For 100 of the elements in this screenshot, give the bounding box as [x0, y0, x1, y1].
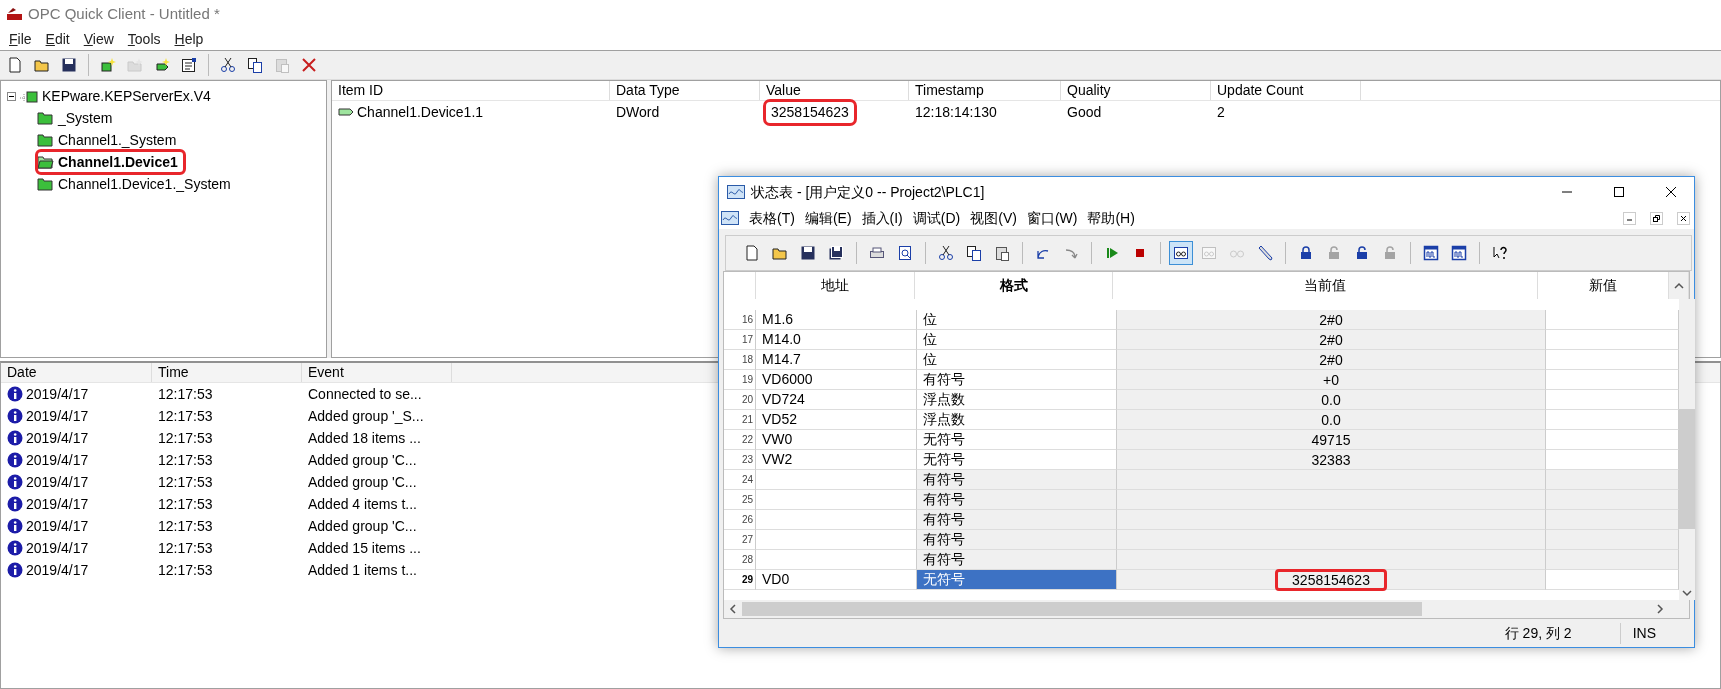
pencil-icon[interactable]: [1257, 245, 1273, 261]
save-icon[interactable]: [61, 57, 77, 73]
open-folder-icon[interactable]: [772, 245, 788, 261]
table-cell[interactable]: [756, 490, 917, 510]
scrollbar-thumb[interactable]: [742, 602, 1422, 616]
menu-item[interactable]: 表格(T): [749, 207, 795, 229]
properties-icon[interactable]: [181, 57, 197, 73]
table-cell[interactable]: 位: [917, 310, 1117, 330]
menu-item[interactable]: File: [4, 28, 37, 50]
table-cell[interactable]: 有符号: [917, 370, 1117, 390]
scroll-up-icon[interactable]: [1672, 280, 1685, 291]
open-folder-icon[interactable]: [34, 57, 50, 73]
table-cell[interactable]: [1546, 550, 1679, 570]
table-cell[interactable]: 有符号: [917, 550, 1117, 570]
print-preview-icon[interactable]: [897, 245, 913, 261]
help-pointer-icon[interactable]: [1492, 245, 1508, 261]
menu-item[interactable]: 调试(D): [912, 207, 961, 229]
table-cell[interactable]: 有符号: [917, 490, 1117, 510]
menu-item[interactable]: Help: [169, 28, 209, 50]
chart-window-icon[interactable]: [1423, 245, 1439, 261]
restore-icon[interactable]: [1650, 211, 1663, 225]
table-cell[interactable]: 浮点数: [917, 410, 1117, 430]
table-cell[interactable]: [756, 510, 917, 530]
table-cell[interactable]: [1546, 490, 1679, 510]
tree-item[interactable]: KEPware.KEPServerEx.V4: [42, 85, 211, 107]
table-cell[interactable]: 浮点数: [917, 390, 1117, 410]
scroll-right-icon[interactable]: [1655, 603, 1665, 615]
scissors-icon[interactable]: [938, 245, 954, 261]
table-cell[interactable]: [756, 550, 917, 570]
copy-icon[interactable]: [966, 245, 982, 261]
scissors-icon[interactable]: [220, 57, 236, 73]
table-cell[interactable]: 无符号: [917, 430, 1117, 450]
column-header[interactable]: Item ID: [332, 81, 610, 100]
table-cell[interactable]: VW0: [762, 429, 793, 450]
save-all-icon[interactable]: [828, 245, 844, 261]
menu-item[interactable]: 编辑(E): [804, 207, 852, 229]
chart-window-icon: [727, 185, 745, 199]
copy-icon[interactable]: [247, 57, 263, 73]
tree-item[interactable]: Channel1.Device1._System: [58, 173, 231, 195]
tree-item[interactable]: _System: [58, 107, 113, 129]
table-cell[interactable]: 位: [917, 330, 1117, 350]
unlock-icon[interactable]: [1354, 245, 1370, 261]
table-cell[interactable]: 位: [917, 350, 1117, 370]
menu-item[interactable]: Tools: [122, 28, 166, 50]
close-icon[interactable]: [1677, 211, 1690, 225]
tag-icon[interactable]: [154, 57, 170, 73]
new-file-icon[interactable]: [744, 245, 760, 261]
menu-item[interactable]: 视图(V): [970, 207, 1017, 229]
menu-item[interactable]: View: [78, 28, 119, 50]
table-cell[interactable]: M14.0: [762, 329, 801, 350]
column-header[interactable]: Date: [1, 363, 152, 382]
table-cell[interactable]: VD52: [762, 409, 798, 430]
chart-window-icon[interactable]: [1451, 245, 1467, 261]
new-file-icon[interactable]: [7, 57, 23, 73]
table-cell[interactable]: VD0: [762, 569, 790, 590]
table-cell-text: 49715: [1310, 430, 1352, 450]
column-header[interactable]: Timestamp: [909, 81, 1061, 100]
folder-icon: [37, 176, 54, 192]
table-cell[interactable]: [756, 530, 917, 550]
column-header[interactable]: Time: [152, 363, 302, 382]
column-header[interactable]: Value: [760, 81, 909, 100]
server-icon[interactable]: [100, 57, 116, 73]
tree-item[interactable]: Channel1._System: [58, 129, 177, 151]
scroll-down-icon[interactable]: [1681, 588, 1693, 598]
minimize-icon[interactable]: [1623, 211, 1636, 225]
table-cell[interactable]: [1546, 470, 1679, 490]
column-header[interactable]: Data Type: [610, 81, 760, 100]
menu-item[interactable]: 帮助(H): [1087, 207, 1135, 229]
menu-item[interactable]: 窗口(W): [1026, 207, 1078, 229]
column-header[interactable]: Event: [302, 363, 452, 382]
app-logo-icon: [6, 6, 22, 22]
tree-item[interactable]: Channel1.Device1: [58, 151, 178, 173]
column-header[interactable]: Quality: [1061, 81, 1211, 100]
printer-icon[interactable]: [869, 245, 885, 261]
paste-icon[interactable]: [994, 245, 1010, 261]
delete-icon[interactable]: [301, 57, 317, 73]
column-header[interactable]: Update Count: [1211, 81, 1361, 100]
menu-item[interactable]: 插入(I): [861, 207, 903, 229]
table-cell[interactable]: 有符号: [917, 470, 1117, 490]
scroll-left-icon[interactable]: [728, 603, 738, 615]
table-cell[interactable]: [1546, 510, 1679, 530]
table-cell[interactable]: [1546, 530, 1679, 550]
table-cell-text: Added 4 items t...: [308, 494, 417, 514]
lock-icon[interactable]: [1298, 245, 1314, 261]
save-icon[interactable]: [800, 245, 816, 261]
close-icon[interactable]: [1663, 184, 1679, 200]
menu-item[interactable]: Edit: [40, 28, 75, 50]
table-cell[interactable]: 无符号: [917, 570, 1117, 590]
table-cell[interactable]: M1.6: [762, 309, 794, 330]
table-cell[interactable]: VW2: [762, 449, 793, 470]
maximize-icon[interactable]: [1611, 184, 1627, 200]
table-cell[interactable]: VD6000: [762, 369, 813, 390]
table-cell[interactable]: M14.7: [762, 349, 801, 370]
scrollbar-thumb[interactable]: [1679, 409, 1695, 529]
collapse-icon[interactable]: [7, 91, 16, 101]
table-cell[interactable]: [756, 470, 917, 490]
table-cell[interactable]: VD724: [762, 389, 805, 410]
table-cell[interactable]: 有符号: [917, 530, 1117, 550]
table-cell[interactable]: 有符号: [917, 510, 1117, 530]
play-icon[interactable]: [1104, 245, 1120, 261]
